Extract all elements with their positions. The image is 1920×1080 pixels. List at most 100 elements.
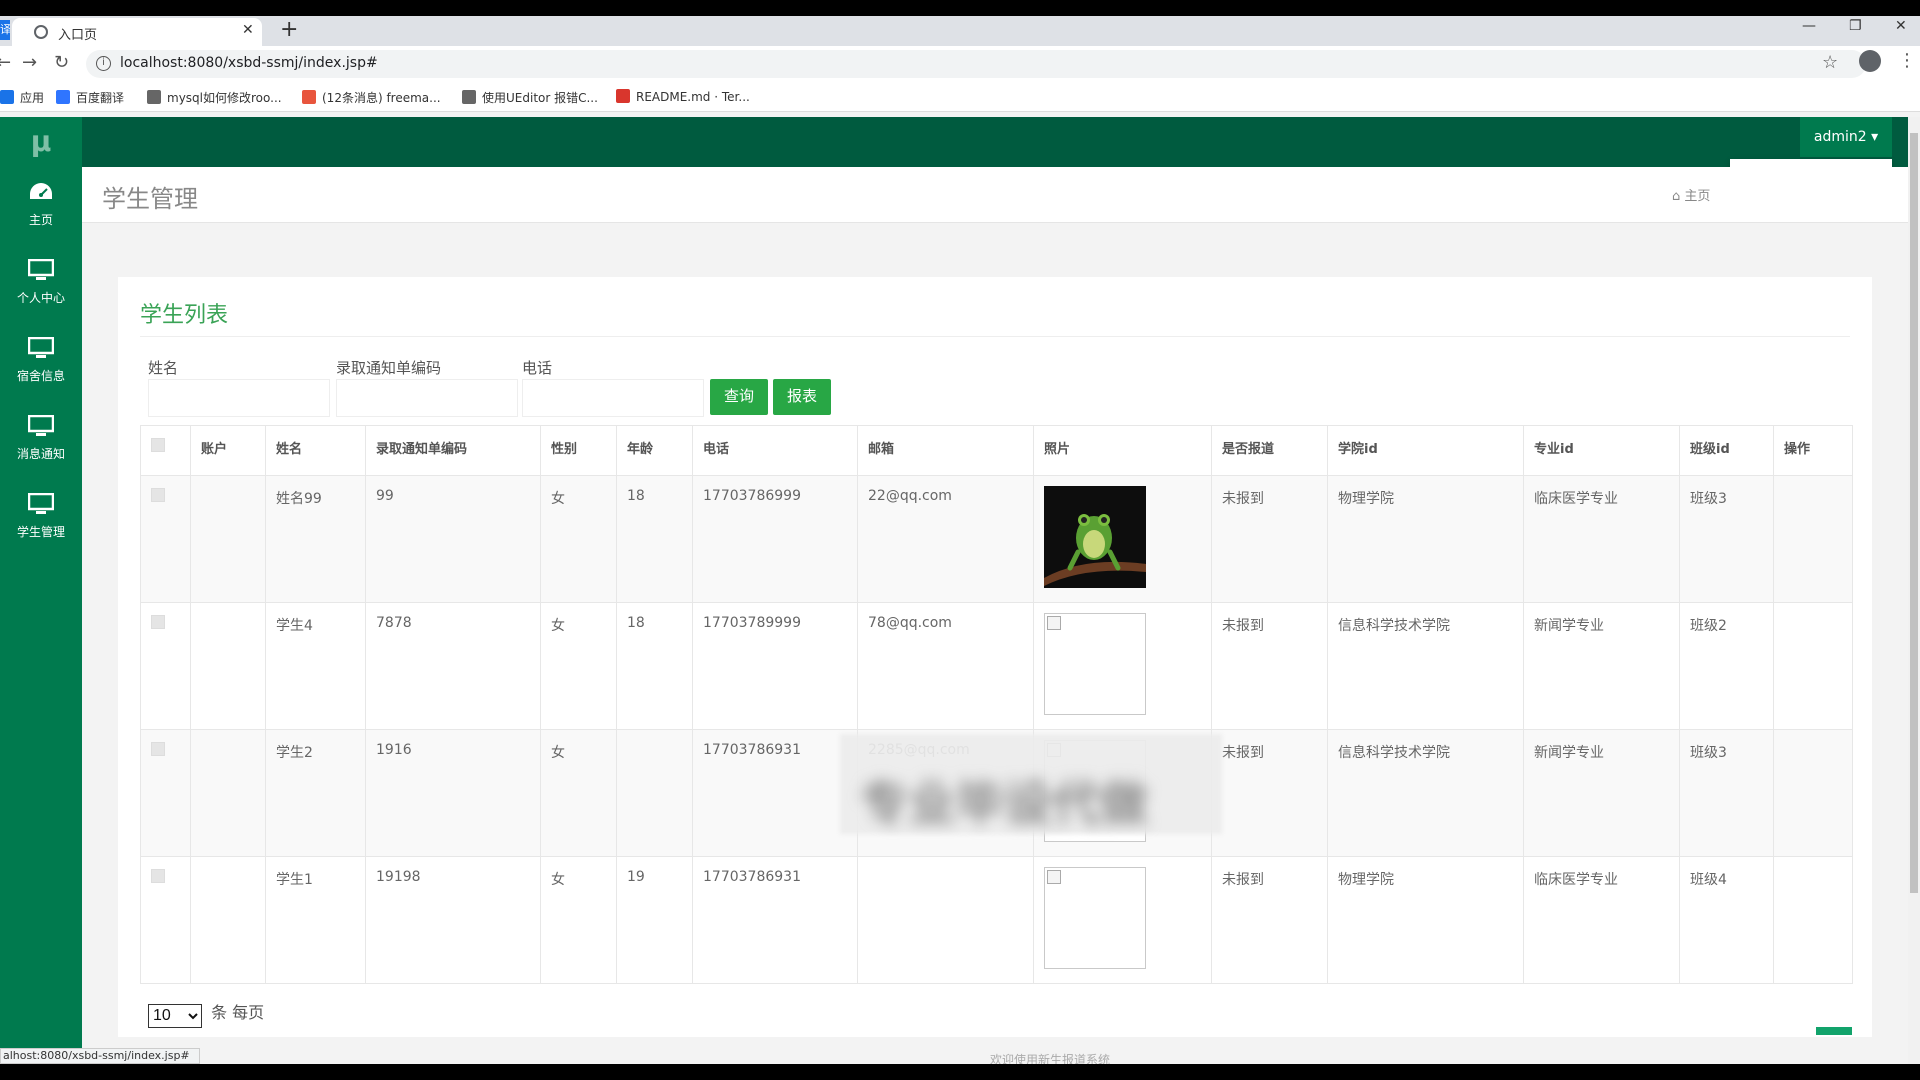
column-header[interactable]: 学院id	[1327, 425, 1524, 476]
csdn-icon	[302, 90, 316, 104]
table-row[interactable]: 姓名99 99 女 18 17703786999 22@qq.com 未报到 物…	[140, 475, 1853, 603]
college-cell: 信息科学技术学院	[1327, 602, 1524, 730]
new-tab-button[interactable]: +	[280, 18, 298, 42]
scrollbar-thumb[interactable]	[1910, 133, 1918, 893]
bookmark-site-icon	[462, 90, 476, 104]
age-cell: 18	[616, 475, 693, 603]
student-photo-broken[interactable]	[1044, 613, 1146, 715]
breadcrumb-home[interactable]: 主页	[1684, 189, 1710, 204]
phone-filter-label: 电话	[522, 359, 553, 377]
bookmark-mysql[interactable]: mysql如何修改roo...	[147, 89, 282, 106]
browser-toolbar: ← → ↻ i localhost:8080/xsbd-ssmj/index.j…	[0, 46, 1920, 82]
sidebar-item-dorm[interactable]: 宿舍信息	[0, 329, 82, 403]
sidebar-item-home[interactable]: 主页	[0, 173, 82, 247]
app-shortcut-icon[interactable]: 译	[0, 20, 10, 40]
ops-cell	[1773, 729, 1853, 857]
column-header[interactable]: 账户	[190, 425, 266, 476]
column-header[interactable]: 电话	[692, 425, 858, 476]
browser-menu-icon[interactable]: ⋮	[1898, 50, 1916, 71]
tab-title: 入口页	[58, 28, 98, 43]
table-header-row: 账户 姓名 录取通知单编码 性别 年龄 电话 邮箱 照片 是否报道 学院id 专…	[140, 425, 1853, 476]
column-header[interactable]: 性别	[540, 425, 617, 476]
column-header[interactable]: 班级id	[1679, 425, 1774, 476]
notice-filter-label: 录取通知单编码	[336, 359, 442, 377]
column-header[interactable]: 是否报道	[1211, 425, 1328, 476]
page-header: 学生管理 ⌂ 主页	[82, 167, 1908, 223]
window-close-icon[interactable]: ✕	[1895, 18, 1907, 34]
row-checkbox[interactable]	[151, 488, 165, 502]
bookmark-apps[interactable]: 应用	[0, 89, 44, 106]
row-checkbox[interactable]	[151, 869, 165, 883]
monitor-icon	[28, 493, 54, 514]
footer-text: 欢迎使用新生报道系统	[989, 1053, 1110, 1064]
user-menu-button[interactable]: admin2 ▾	[1800, 117, 1892, 157]
column-header[interactable]: 邮箱	[857, 425, 1034, 476]
sidebar-item-notices[interactable]: 消息通知	[0, 407, 82, 481]
bookmark-site-icon	[147, 90, 161, 104]
class-cell: 班级2	[1679, 602, 1774, 730]
bookmark-star-icon[interactable]: ☆	[1822, 52, 1838, 73]
browser-tab[interactable]: 入口页 ✕	[12, 18, 262, 46]
name-cell: 姓名99	[265, 475, 366, 603]
student-photo-broken[interactable]	[1044, 867, 1146, 969]
page-scrollbar[interactable]	[1908, 117, 1920, 1064]
tab-close-icon[interactable]: ✕	[242, 22, 254, 38]
search-button[interactable]: 查询	[710, 379, 769, 415]
photo-cell	[1033, 856, 1212, 984]
table-row[interactable]: 学生1 19198 女 19 17703786931 未报到 物理学院 临床医学…	[140, 856, 1853, 984]
column-header[interactable]: 照片	[1033, 425, 1212, 476]
sidebar-item-students[interactable]: 学生管理	[0, 485, 82, 559]
age-cell	[616, 729, 693, 857]
email-cell: 22@qq.com	[857, 475, 1034, 603]
forward-icon[interactable]: →	[22, 52, 37, 73]
row-checkbox[interactable]	[151, 615, 165, 629]
row-checkbox[interactable]	[151, 742, 165, 756]
reload-icon[interactable]: ↻	[54, 52, 69, 73]
address-bar[interactable]: i localhost:8080/xsbd-ssmj/index.jsp#	[86, 50, 1866, 78]
name-filter-input[interactable]	[148, 379, 330, 417]
info-icon[interactable]: i	[96, 56, 111, 71]
phone-cell: 17703786931	[692, 729, 858, 857]
bookmark-readme[interactable]: README.md · Ter...	[616, 89, 750, 104]
gender-cell: 女	[540, 602, 617, 730]
restore-icon[interactable]: ❐	[1849, 18, 1862, 34]
sidebar-item-profile[interactable]: 个人中心	[0, 251, 82, 325]
notice-cell: 19198	[365, 856, 541, 984]
sidebar-item-label: 主页	[28, 213, 53, 227]
notice-filter-input[interactable]	[336, 379, 518, 417]
college-cell: 信息科学技术学院	[1327, 729, 1524, 857]
notice-cell: 7878	[365, 602, 541, 730]
page-size-control: 10 条 每页	[148, 999, 264, 1028]
page-size-select[interactable]: 10	[148, 1003, 202, 1028]
sidebar-item-label: 消息通知	[16, 447, 65, 461]
column-header[interactable]: 录取通知单编码	[365, 425, 541, 476]
column-header[interactable]: 年龄	[616, 425, 693, 476]
column-header[interactable]: 专业id	[1523, 425, 1680, 476]
pagination-active-page[interactable]	[1816, 1027, 1852, 1035]
divider	[140, 336, 1850, 337]
student-photo[interactable]	[1044, 486, 1146, 588]
bookmark-freemarker[interactable]: (12条消息) freema...	[302, 89, 441, 106]
table-row[interactable]: 学生4 7878 女 18 17703789999 78@qq.com 未报到 …	[140, 602, 1853, 730]
major-cell: 新闻学专业	[1523, 602, 1680, 730]
select-all-checkbox[interactable]	[151, 438, 165, 452]
report-button[interactable]: 报表	[773, 379, 832, 415]
age-cell: 18	[616, 602, 693, 730]
column-header[interactable]: 姓名	[265, 425, 366, 476]
broken-image-icon	[1047, 616, 1061, 630]
bookmarks-bar: 应用 百度翻译 mysql如何修改roo... (12条消息) freema..…	[0, 82, 1920, 112]
gitee-icon	[616, 89, 630, 103]
email-cell: 78@qq.com	[857, 602, 1034, 730]
notice-cell: 99	[365, 475, 541, 603]
phone-filter-input[interactable]	[522, 379, 704, 417]
account-avatar-icon[interactable]	[1859, 50, 1881, 72]
bookmark-baidu-translate[interactable]: 百度翻译	[56, 89, 124, 106]
bookmark-ueditor[interactable]: 使用UEditor 报错C...	[462, 89, 598, 106]
minimize-icon[interactable]: —	[1802, 18, 1816, 34]
major-cell: 新闻学专业	[1523, 729, 1680, 857]
home-icon: ⌂	[1672, 189, 1685, 204]
class-cell: 班级3	[1679, 475, 1774, 603]
ops-cell	[1773, 856, 1853, 984]
name-filter-label: 姓名	[148, 359, 179, 377]
back-icon[interactable]: ←	[0, 52, 11, 73]
